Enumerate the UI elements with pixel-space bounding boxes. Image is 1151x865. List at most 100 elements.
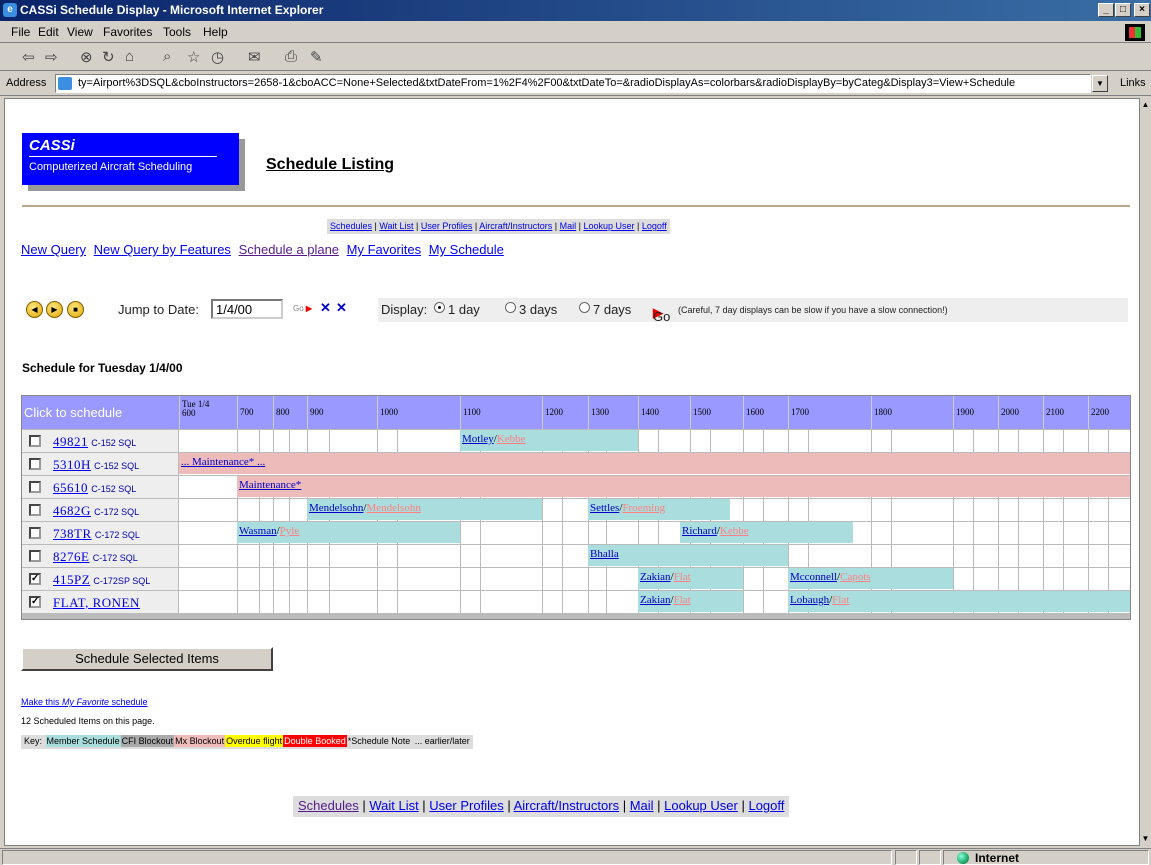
- aircraft-link[interactable]: 49821: [53, 434, 88, 449]
- instructor-name[interactable]: Kebbe: [720, 525, 749, 537]
- hour-header-1000[interactable]: 1000: [377, 396, 460, 429]
- instructor-link[interactable]: FLAT, RONEN: [53, 595, 140, 610]
- select-checkbox[interactable]: [29, 481, 41, 493]
- my-schedule-link[interactable]: My Schedule: [429, 242, 504, 257]
- instructor-name[interactable]: Flat: [674, 571, 691, 583]
- nav-schedules[interactable]: Schedules: [330, 221, 372, 231]
- refresh-icon[interactable]: ↻: [102, 48, 115, 66]
- hour-header-800[interactable]: 800: [273, 396, 307, 429]
- booking-bar[interactable]: Zakian/Flat: [638, 591, 743, 612]
- aircraft-link[interactable]: 8276E: [53, 549, 89, 564]
- aircraft-link[interactable]: 738TR: [53, 526, 92, 541]
- vertical-scrollbar[interactable]: ▲ ▼: [1140, 98, 1151, 846]
- bottom-nav-schedules[interactable]: Schedules: [298, 798, 359, 813]
- links-button[interactable]: Links: [1120, 77, 1146, 89]
- booking-bar[interactable]: Bhalla: [588, 545, 788, 566]
- select-checkbox[interactable]: [29, 458, 41, 470]
- maintenance-bar[interactable]: Maintenance*: [237, 476, 1130, 497]
- hour-header-2100[interactable]: 2100: [1043, 396, 1088, 429]
- radio-3-days[interactable]: [505, 302, 516, 313]
- scroll-up-icon[interactable]: ▲: [1140, 98, 1151, 112]
- bottom-nav-mail[interactable]: Mail: [630, 798, 654, 813]
- aircraft-link[interactable]: 65610: [53, 480, 88, 495]
- calendar-range-icon[interactable]: ✕: [336, 300, 347, 316]
- hour-header-1900[interactable]: 1900: [953, 396, 998, 429]
- schedule-selected-button[interactable]: Schedule Selected Items: [21, 647, 273, 671]
- next-day-icon[interactable]: ▶: [46, 301, 63, 318]
- instructor-name[interactable]: Mendelsohn: [366, 502, 420, 514]
- hour-header-900[interactable]: 900: [307, 396, 377, 429]
- aircraft-link[interactable]: 415PZ: [53, 572, 90, 587]
- hour-header-700[interactable]: 700: [237, 396, 273, 429]
- schedule-a-plane-link[interactable]: Schedule a plane: [239, 242, 339, 257]
- restore-button[interactable]: □: [1115, 3, 1131, 17]
- bottom-nav-aircraft-instructors[interactable]: Aircraft/Instructors: [514, 798, 619, 813]
- select-checkbox[interactable]: [29, 504, 41, 516]
- today-icon[interactable]: ■: [67, 301, 84, 318]
- previous-day-icon[interactable]: ◀: [26, 301, 43, 318]
- mail-icon[interactable]: ✉: [248, 48, 261, 66]
- instructor-name[interactable]: Froeming: [622, 502, 665, 514]
- my-favorites-link[interactable]: My Favorites: [347, 242, 421, 257]
- stop-icon[interactable]: ⊗: [80, 48, 93, 66]
- booking-bar[interactable]: Richard/Kebbe: [680, 522, 853, 543]
- home-icon[interactable]: ⌂: [125, 48, 134, 65]
- print-icon[interactable]: ⎙: [285, 48, 297, 65]
- hour-header-2200[interactable]: 2200: [1088, 396, 1130, 429]
- date-input[interactable]: [211, 299, 283, 319]
- member-name[interactable]: Bhalla: [590, 548, 619, 560]
- menu-help[interactable]: Help: [203, 25, 228, 39]
- member-name[interactable]: Settles: [590, 502, 619, 514]
- booking-bar[interactable]: Settles/Froeming: [588, 499, 730, 520]
- menu-edit[interactable]: Edit: [38, 25, 59, 39]
- instructor-name[interactable]: Flat: [674, 594, 691, 606]
- maintenance-bar[interactable]: ... Maintenance* ...: [179, 453, 1130, 474]
- booking-bar[interactable]: Wasman/Pyle: [237, 522, 460, 543]
- minimize-button[interactable]: _: [1098, 3, 1114, 17]
- edit-icon[interactable]: ✎: [310, 48, 323, 66]
- new-query-by-features-link[interactable]: New Query by Features: [94, 242, 231, 257]
- favorites-icon[interactable]: ☆: [187, 48, 200, 66]
- booking-bar[interactable]: Mcconnell/Capots: [788, 568, 953, 589]
- nav-logoff[interactable]: Logoff: [642, 221, 667, 231]
- address-input[interactable]: ty=Airport%3DSQL&cboInstructors=2658-1&c…: [55, 74, 1091, 93]
- close-button[interactable]: ×: [1134, 3, 1150, 17]
- select-checkbox[interactable]: ✓: [29, 596, 41, 608]
- hour-header-1400[interactable]: 1400: [638, 396, 690, 429]
- instructor-name[interactable]: Kebbe: [497, 433, 526, 445]
- member-name[interactable]: Motley: [462, 433, 494, 445]
- hour-header-1200[interactable]: 1200: [542, 396, 588, 429]
- hour-header-1700[interactable]: 1700: [788, 396, 871, 429]
- member-name[interactable]: Wasman: [239, 525, 277, 537]
- new-query-link[interactable]: New Query: [21, 242, 86, 257]
- hour-header-600[interactable]: Tue 1/4 600: [179, 396, 234, 429]
- instructor-name[interactable]: Flat: [832, 594, 849, 606]
- radio-1-day[interactable]: [434, 302, 445, 313]
- menu-favorites[interactable]: Favorites: [103, 25, 152, 39]
- go-button[interactable]: Go ▶: [293, 304, 312, 313]
- booking-bar[interactable]: Lobaugh/Flat: [788, 591, 1130, 612]
- nav-lookup-user[interactable]: Lookup User: [583, 221, 634, 231]
- bottom-nav-logoff[interactable]: Logoff: [748, 798, 784, 813]
- maintenance-label[interactable]: ... Maintenance* ...: [181, 456, 265, 468]
- select-checkbox[interactable]: [29, 550, 41, 562]
- back-icon[interactable]: ⇦: [22, 48, 35, 66]
- member-name[interactable]: Mendelsohn: [309, 502, 363, 514]
- select-checkbox[interactable]: [29, 527, 41, 539]
- hour-header-1500[interactable]: 1500: [690, 396, 743, 429]
- bottom-nav-lookup-user[interactable]: Lookup User: [664, 798, 738, 813]
- address-dropdown-icon[interactable]: ▼: [1092, 75, 1108, 92]
- hour-header-1800[interactable]: 1800: [871, 396, 953, 429]
- nav-user-profiles[interactable]: User Profiles: [421, 221, 473, 231]
- instructor-name[interactable]: Capots: [840, 571, 871, 583]
- nav-wait-list[interactable]: Wait List: [379, 221, 413, 231]
- hour-header-1100[interactable]: 1100: [460, 396, 542, 429]
- bottom-nav-user-profiles[interactable]: User Profiles: [429, 798, 503, 813]
- search-icon[interactable]: ⌕: [163, 48, 171, 65]
- menu-view[interactable]: View: [67, 25, 93, 39]
- hour-header-1300[interactable]: 1300: [588, 396, 638, 429]
- nav-aircraft-instructors[interactable]: Aircraft/Instructors: [479, 221, 552, 231]
- display-go-button[interactable]: Go ▶: [653, 305, 670, 324]
- booking-bar[interactable]: Zakian/Flat: [638, 568, 743, 589]
- menu-tools[interactable]: Tools: [163, 25, 191, 39]
